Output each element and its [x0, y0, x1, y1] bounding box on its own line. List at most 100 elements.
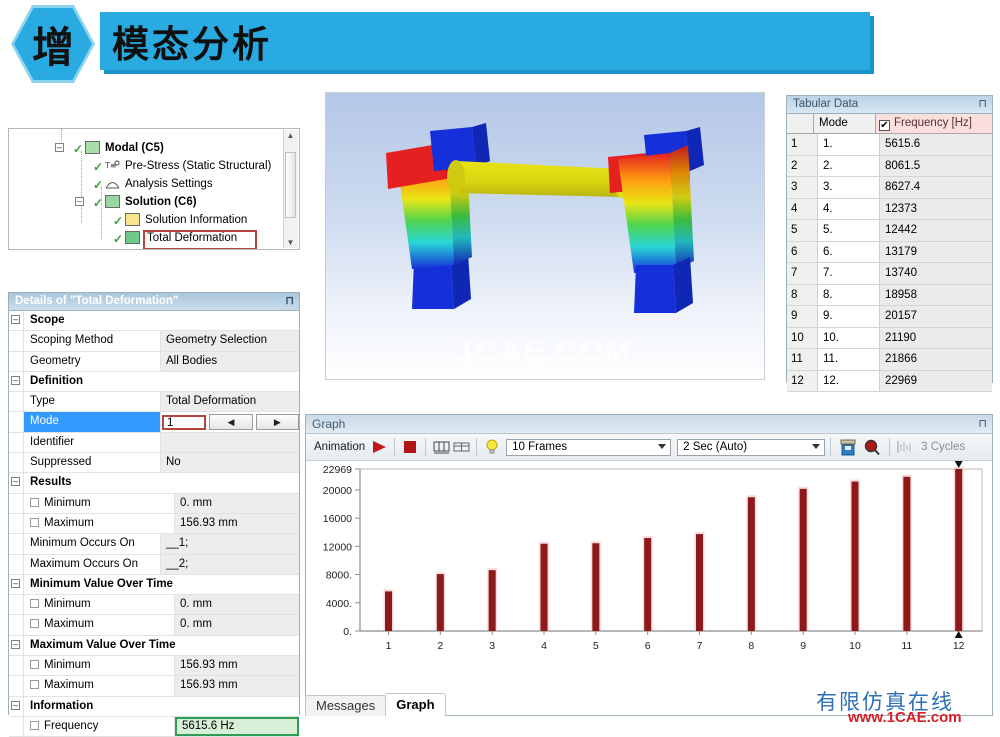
row-checkbox[interactable] — [30, 599, 39, 609]
distribute-columns-icon[interactable] — [431, 438, 451, 456]
tree-expander-modal[interactable]: – — [55, 143, 64, 152]
section-collapse-toggle[interactable]: – — [9, 696, 24, 716]
row-checkbox[interactable] — [30, 720, 39, 730]
bar[interactable] — [385, 591, 393, 631]
table-row[interactable]: 6 6. 13179 — [787, 241, 992, 263]
table-row[interactable]: 1 1. 5615.6 — [787, 134, 992, 156]
sidebar-item-pre-stress[interactable]: ✓ T≡ Pre-Stress (Static Structural) — [9, 157, 289, 175]
details-row-results-minimum[interactable]: Minimum 0. mm — [9, 493, 299, 514]
details-row-maximum-occurs-on[interactable]: Maximum Occurs On __2; — [9, 554, 299, 575]
row-value-mode[interactable]: 1 ◀ ▶ — [161, 412, 299, 432]
save-animation-icon[interactable] — [836, 438, 860, 456]
details-row-minovertime-maximum[interactable]: Maximum 0. mm — [9, 615, 299, 636]
zoom-icon[interactable] — [860, 438, 884, 456]
details-row-geometry[interactable]: Geometry All Bodies — [9, 351, 299, 372]
distribute-rows-icon[interactable] — [451, 438, 471, 456]
details-row-minovertime-minimum[interactable]: Minimum 0. mm — [9, 595, 299, 616]
table-row[interactable]: 8 8. 18958 — [787, 284, 992, 306]
bar[interactable] — [540, 543, 548, 631]
table-row[interactable]: 7 7. 13740 — [787, 263, 992, 285]
bar[interactable] — [955, 469, 963, 631]
table-row[interactable]: 4 4. 12373 — [787, 198, 992, 220]
table-row[interactable]: 11 11. 21866 — [787, 349, 992, 371]
row-value[interactable]: All Bodies — [161, 351, 299, 371]
viewport-watermark: 1CAE.COM — [457, 335, 633, 368]
row-checkbox[interactable] — [30, 680, 39, 690]
scroll-up-icon[interactable]: ▲ — [285, 130, 296, 141]
row-checkbox[interactable] — [30, 660, 39, 670]
play-icon[interactable] — [369, 438, 389, 456]
section-collapse-toggle[interactable]: – — [9, 574, 24, 595]
section-collapse-toggle[interactable]: – — [9, 311, 24, 331]
row-gutter — [9, 351, 24, 371]
tab-messages[interactable]: Messages — [305, 695, 387, 716]
bar[interactable] — [696, 534, 704, 631]
bar[interactable] — [644, 538, 652, 631]
row-label-wrap: Minimum — [24, 595, 175, 615]
column-header-mode[interactable]: Mode — [814, 114, 876, 133]
stop-icon[interactable] — [400, 438, 420, 456]
section-label: Information — [24, 696, 299, 716]
details-row-scoping-method[interactable]: Scoping Method Geometry Selection — [9, 331, 299, 352]
row-value[interactable]: No — [161, 453, 299, 473]
table-row[interactable]: 10 10. 21190 — [787, 327, 992, 349]
table-row[interactable]: 3 3. 8627.4 — [787, 177, 992, 199]
mode-next-button[interactable]: ▶ — [255, 414, 299, 431]
table-row[interactable]: 5 5. 12442 — [787, 220, 992, 242]
row-value[interactable]: Geometry Selection — [161, 331, 299, 351]
sidebar-item-total-deformation[interactable]: ✓ Total Deformation — [9, 229, 289, 249]
details-row-identifier[interactable]: Identifier — [9, 432, 299, 454]
sidebar-item-analysis-settings[interactable]: ✓ Analysis Settings — [9, 175, 289, 193]
x-tick-label: 1 — [386, 640, 392, 652]
pin-icon[interactable]: ⊓ — [285, 293, 294, 310]
table-row[interactable]: 9 9. 20157 — [787, 306, 992, 328]
bar[interactable] — [747, 497, 755, 631]
bar[interactable] — [903, 476, 911, 631]
3d-viewport[interactable]: 1CAE.COM — [325, 92, 765, 380]
lightbulb-icon[interactable] — [482, 438, 502, 456]
frames-dropdown[interactable]: 10 Frames — [506, 438, 672, 456]
tree-expander-solution[interactable]: – — [75, 197, 84, 206]
scrollbar-thumb[interactable] — [285, 152, 296, 218]
bar[interactable] — [799, 488, 807, 631]
section-collapse-toggle[interactable]: – — [9, 371, 24, 392]
details-row-suppressed[interactable]: Suppressed No — [9, 453, 299, 474]
bar[interactable] — [592, 543, 600, 631]
details-row-results-maximum[interactable]: Maximum 156.93 mm — [9, 513, 299, 535]
details-row-frequency[interactable]: Frequency 5615.6 Hz — [9, 716, 299, 737]
row-checkbox[interactable] — [30, 497, 39, 507]
row-value[interactable]: Total Deformation — [161, 392, 299, 412]
frequency-bar-chart[interactable]: 0. 4000. 8000. 12000 16000 20000 22969 1 2 3 4 5 6 7 8… — [306, 461, 992, 673]
sidebar-item-solution[interactable]: – ✓ Solution (C6) — [9, 193, 289, 211]
duration-dropdown[interactable]: 2 Sec (Auto) — [677, 438, 826, 456]
details-row-maxovertime-maximum[interactable]: Maximum 156.93 mm — [9, 676, 299, 697]
scroll-down-icon[interactable]: ▼ — [285, 237, 296, 248]
row-checkbox[interactable] — [30, 517, 39, 527]
bar[interactable] — [851, 481, 859, 631]
column-header-frequency[interactable]: ✔ Frequency [Hz] — [876, 114, 992, 133]
details-row-mode[interactable]: Mode 1 ◀ ▶ — [9, 412, 299, 433]
details-row-maxovertime-minimum[interactable]: Minimum 156.93 mm — [9, 656, 299, 677]
section-collapse-toggle[interactable]: – — [9, 473, 24, 493]
x-tick-label: 7 — [697, 640, 703, 652]
row-checkbox[interactable] — [30, 619, 39, 629]
table-row[interactable]: 2 2. 8061.5 — [787, 155, 992, 177]
frequency-checkbox[interactable]: ✔ — [879, 120, 890, 131]
details-row-type[interactable]: Type Total Deformation — [9, 392, 299, 413]
details-row-minimum-occurs-on[interactable]: Minimum Occurs On __1; — [9, 534, 299, 555]
pin-icon[interactable]: ⊓ — [978, 415, 987, 433]
sidebar-item-solution-information[interactable]: ✓ Solution Information — [9, 211, 289, 229]
mode-input[interactable]: 1 — [162, 415, 207, 431]
tree-scrollbar[interactable]: ▲ ▼ — [283, 130, 298, 248]
chevron-down-icon[interactable] — [658, 443, 667, 449]
chevron-down-icon[interactable] — [812, 443, 821, 449]
section-collapse-toggle[interactable]: – — [9, 635, 24, 656]
pin-icon[interactable]: ⊓ — [978, 96, 987, 113]
sidebar-item-modal[interactable]: – ✓ Modal (C5) — [9, 139, 279, 157]
table-row[interactable]: 12 12. 22969 — [787, 370, 992, 392]
bar[interactable] — [488, 570, 496, 631]
tab-graph[interactable]: Graph — [385, 693, 446, 716]
mode-prev-button[interactable]: ◀ — [209, 414, 253, 431]
row-value[interactable] — [161, 432, 299, 453]
bar[interactable] — [436, 574, 444, 631]
